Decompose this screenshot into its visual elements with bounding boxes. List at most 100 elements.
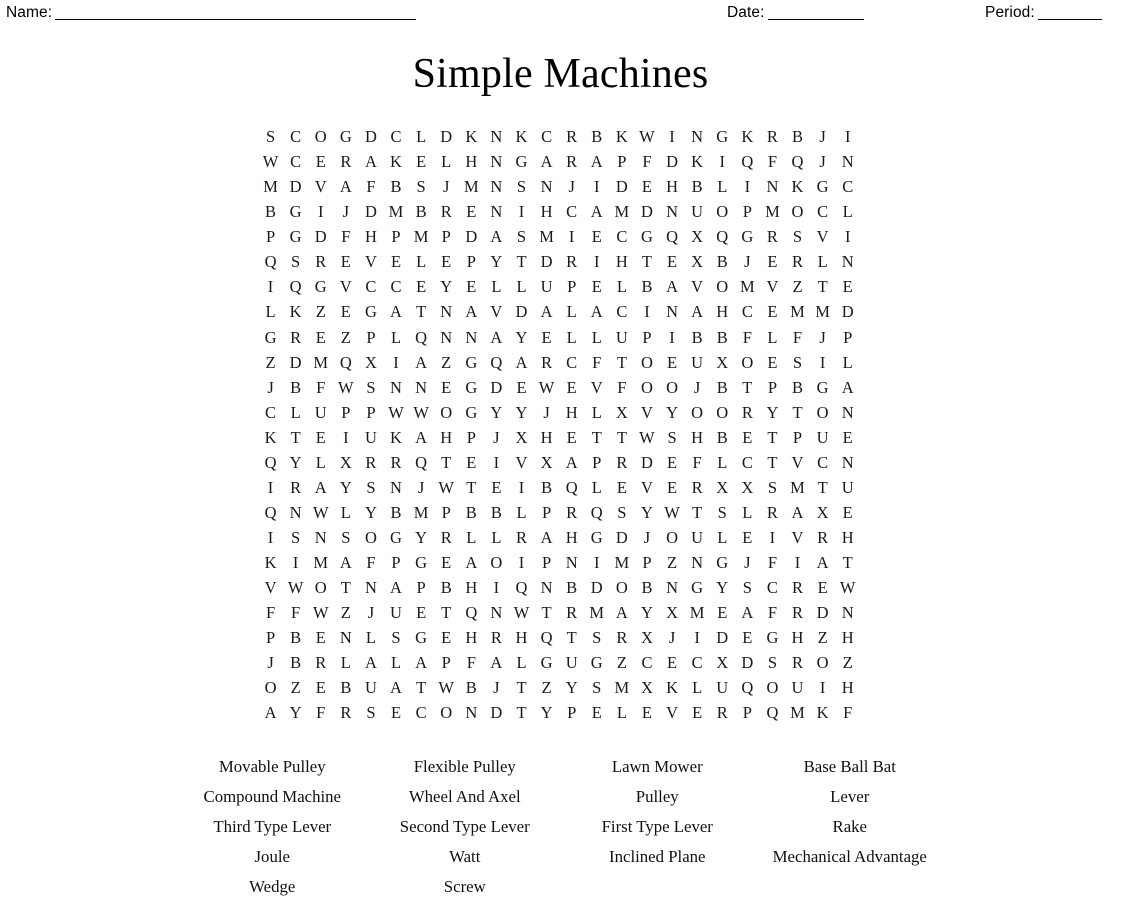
- grid-cell[interactable]: K: [383, 149, 408, 174]
- grid-cell[interactable]: V: [634, 475, 659, 500]
- grid-cell[interactable]: C: [559, 199, 584, 224]
- grid-cell[interactable]: Y: [760, 400, 785, 425]
- grid-cell[interactable]: L: [810, 249, 835, 274]
- grid-cell[interactable]: X: [735, 475, 760, 500]
- grid-cell[interactable]: T: [735, 375, 760, 400]
- grid-cell[interactable]: S: [785, 350, 810, 375]
- grid-cell[interactable]: E: [760, 350, 785, 375]
- grid-cell[interactable]: N: [534, 575, 559, 600]
- grid-cell[interactable]: V: [634, 400, 659, 425]
- grid-cell[interactable]: Q: [409, 450, 434, 475]
- grid-cell[interactable]: C: [283, 149, 308, 174]
- grid-cell[interactable]: O: [434, 400, 459, 425]
- grid-cell[interactable]: X: [685, 224, 710, 249]
- grid-cell[interactable]: T: [634, 249, 659, 274]
- grid-cell[interactable]: E: [835, 274, 860, 299]
- grid-cell[interactable]: R: [785, 249, 810, 274]
- grid-cell[interactable]: S: [660, 425, 685, 450]
- grid-cell[interactable]: O: [710, 400, 735, 425]
- grid-cell[interactable]: M: [810, 299, 835, 324]
- grid-cell[interactable]: T: [584, 425, 609, 450]
- grid-cell[interactable]: T: [333, 575, 358, 600]
- grid-cell[interactable]: H: [459, 575, 484, 600]
- grid-cell[interactable]: I: [735, 174, 760, 199]
- grid-cell[interactable]: A: [409, 425, 434, 450]
- grid-cell[interactable]: D: [509, 299, 534, 324]
- grid-cell[interactable]: E: [559, 425, 584, 450]
- grid-cell[interactable]: E: [584, 224, 609, 249]
- grid-cell[interactable]: S: [760, 475, 785, 500]
- grid-cell[interactable]: E: [735, 525, 760, 550]
- grid-cell[interactable]: C: [358, 274, 383, 299]
- grid-cell[interactable]: I: [383, 350, 408, 375]
- grid-cell[interactable]: Q: [559, 475, 584, 500]
- grid-cell[interactable]: P: [634, 550, 659, 575]
- grid-cell[interactable]: E: [660, 249, 685, 274]
- grid-cell[interactable]: P: [735, 199, 760, 224]
- grid-cell[interactable]: Q: [258, 500, 283, 525]
- grid-cell[interactable]: T: [609, 425, 634, 450]
- grid-cell[interactable]: C: [735, 299, 760, 324]
- grid-cell[interactable]: Y: [409, 525, 434, 550]
- grid-cell[interactable]: L: [685, 675, 710, 700]
- grid-cell[interactable]: T: [409, 299, 434, 324]
- grid-cell[interactable]: B: [434, 575, 459, 600]
- grid-cell[interactable]: R: [383, 450, 408, 475]
- grid-cell[interactable]: U: [308, 400, 333, 425]
- grid-cell[interactable]: R: [434, 199, 459, 224]
- grid-cell[interactable]: E: [509, 375, 534, 400]
- grid-cell[interactable]: P: [559, 700, 584, 725]
- grid-cell[interactable]: A: [584, 149, 609, 174]
- grid-cell[interactable]: O: [258, 675, 283, 700]
- grid-cell[interactable]: E: [760, 249, 785, 274]
- grid-cell[interactable]: E: [660, 350, 685, 375]
- grid-cell[interactable]: N: [559, 550, 584, 575]
- grid-cell[interactable]: S: [383, 625, 408, 650]
- grid-cell[interactable]: Q: [785, 149, 810, 174]
- grid-cell[interactable]: L: [484, 274, 509, 299]
- grid-cell[interactable]: A: [559, 450, 584, 475]
- grid-cell[interactable]: A: [459, 299, 484, 324]
- grid-cell[interactable]: O: [760, 675, 785, 700]
- grid-cell[interactable]: H: [459, 149, 484, 174]
- grid-cell[interactable]: Q: [258, 249, 283, 274]
- grid-cell[interactable]: D: [534, 249, 559, 274]
- grid-cell[interactable]: G: [383, 525, 408, 550]
- grid-cell[interactable]: F: [584, 350, 609, 375]
- grid-cell[interactable]: R: [283, 475, 308, 500]
- grid-cell[interactable]: N: [660, 575, 685, 600]
- grid-cell[interactable]: R: [710, 700, 735, 725]
- grid-cell[interactable]: U: [810, 425, 835, 450]
- grid-cell[interactable]: P: [333, 400, 358, 425]
- grid-cell[interactable]: L: [484, 525, 509, 550]
- grid-cell[interactable]: N: [383, 375, 408, 400]
- grid-cell[interactable]: K: [785, 174, 810, 199]
- grid-cell[interactable]: E: [735, 625, 760, 650]
- grid-cell[interactable]: J: [810, 124, 835, 149]
- grid-cell[interactable]: H: [459, 625, 484, 650]
- grid-cell[interactable]: S: [785, 224, 810, 249]
- grid-cell[interactable]: U: [685, 350, 710, 375]
- grid-cell[interactable]: P: [559, 274, 584, 299]
- grid-cell[interactable]: I: [660, 325, 685, 350]
- grid-cell[interactable]: B: [710, 375, 735, 400]
- grid-cell[interactable]: J: [434, 174, 459, 199]
- grid-cell[interactable]: C: [383, 274, 408, 299]
- grid-cell[interactable]: B: [634, 575, 659, 600]
- grid-cell[interactable]: C: [810, 199, 835, 224]
- grid-cell[interactable]: W: [333, 375, 358, 400]
- grid-cell[interactable]: W: [258, 149, 283, 174]
- grid-cell[interactable]: A: [459, 550, 484, 575]
- grid-cell[interactable]: G: [760, 625, 785, 650]
- grid-cell[interactable]: R: [333, 700, 358, 725]
- grid-cell[interactable]: Y: [534, 700, 559, 725]
- grid-cell[interactable]: P: [383, 550, 408, 575]
- grid-cell[interactable]: V: [584, 375, 609, 400]
- grid-cell[interactable]: E: [308, 425, 333, 450]
- grid-cell[interactable]: L: [710, 174, 735, 199]
- grid-cell[interactable]: L: [735, 500, 760, 525]
- grid-cell[interactable]: I: [785, 550, 810, 575]
- grid-cell[interactable]: Z: [434, 350, 459, 375]
- grid-cell[interactable]: W: [509, 600, 534, 625]
- grid-cell[interactable]: T: [509, 700, 534, 725]
